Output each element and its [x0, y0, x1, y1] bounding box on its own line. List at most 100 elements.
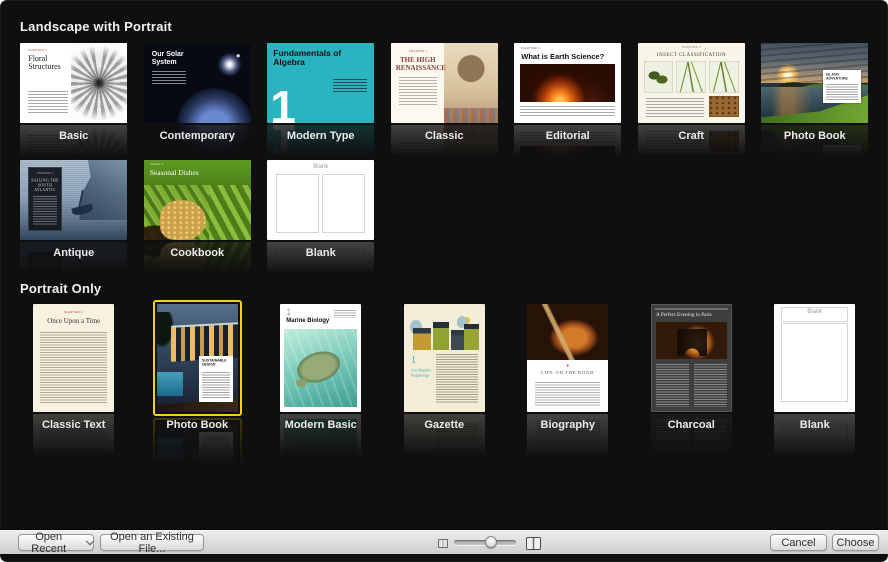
body-text-lines — [152, 71, 186, 86]
template-label: Photo Book — [166, 419, 228, 431]
template-thumbnail[interactable]: CHAPTER 1 INSECT CLASSIFICATION — [638, 43, 745, 123]
size-slider-thumb[interactable] — [485, 536, 497, 548]
template-label: Photo Book — [784, 130, 846, 142]
template-classic[interactable]: Chapter 1 THE HIGH RENAISSANCE Classic — [391, 43, 499, 142]
selected-template-frame[interactable]: SUSTAINABLE DESIGN — [153, 300, 242, 416]
sea-turtle-photo — [284, 329, 357, 407]
template-thumbnail[interactable]: A Perfect Evening in Paris — [651, 304, 732, 412]
cover-kicker: Chapter 1 — [396, 50, 440, 53]
template-modern-type[interactable]: Fundamentals of Algebra 1 Modern Type — [267, 43, 375, 142]
cover-title: What is Earth Science? — [521, 52, 616, 61]
cover-title: THE HIGH RENAISSANCE — [396, 57, 440, 72]
renaissance-painting — [444, 43, 498, 123]
specimen-grid — [644, 61, 739, 117]
ornament-icon: • — [527, 363, 608, 370]
body-text-lines — [399, 77, 437, 107]
cover-kicker: Chapter 1 — [28, 49, 68, 52]
template-thumbnail[interactable]: CHAPTER 1 Once Upon a Time — [33, 304, 114, 412]
template-thumbnail[interactable]: • LIFE ON THE ROAD — [527, 304, 608, 412]
thumbnail-size-slider[interactable] — [454, 540, 516, 545]
choose-label: Choose — [837, 537, 875, 549]
template-thumbnail[interactable]: CHAPTER 1 SAILING THE SOUTH ATLANTIC — [20, 160, 127, 240]
open-recent-button[interactable]: Open Recent — [18, 534, 94, 551]
template-thumbnail[interactable]: 1 Marine Biology — [280, 304, 361, 412]
cover-title: Our Solar System — [152, 51, 194, 66]
template-thumbnail[interactable]: CHAPTER 1 What is Earth Science? — [514, 43, 621, 123]
template-thumbnail[interactable]: SUSTAINABLE DESIGN — [157, 304, 238, 412]
template-thumbnail[interactable]: ISLAND ADVENTURE — [761, 43, 868, 123]
landscape-template-row-1: Chapter 1 Floral Structures Basic Our So… — [20, 43, 869, 142]
layout-placeholder-box — [781, 307, 848, 322]
choose-button[interactable]: Choose — [832, 534, 879, 551]
template-blank-portrait[interactable]: Blank Blank — [761, 304, 869, 431]
template-editorial[interactable]: CHAPTER 1 What is Earth Science? Editori… — [514, 43, 622, 142]
body-text-lines — [520, 106, 615, 118]
template-antique[interactable]: CHAPTER 1 SAILING THE SOUTH ATLANTIC Ant… — [20, 160, 128, 259]
template-photo-book-portrait[interactable]: SUSTAINABLE DESIGN Photo Book — [144, 304, 252, 431]
arc-de-triomphe-silhouette — [677, 329, 707, 356]
meta-text-lines — [334, 310, 356, 318]
template-photo-book-landscape[interactable]: ISLAND ADVENTURE Photo Book — [761, 43, 869, 142]
body-text-lines — [694, 364, 727, 407]
template-thumbnail[interactable]: Fundamentals of Algebra 1 — [267, 43, 374, 123]
template-craft[interactable]: CHAPTER 1 INSECT CLASSIFICATION Craft — [638, 43, 746, 142]
template-thumbnail[interactable]: Chapter 1 Seasonal Dishes — [144, 160, 251, 240]
template-biography[interactable]: • LIFE ON THE ROAD Biography — [514, 304, 622, 431]
cancel-label: Cancel — [781, 537, 815, 549]
asparagus-illustration — [209, 185, 251, 240]
template-contemporary[interactable]: Our Solar System Contemporary — [144, 43, 252, 142]
template-thumbnail[interactable]: Chapter 1 THE HIGH RENAISSANCE — [391, 43, 498, 123]
turtle-head — [296, 379, 307, 387]
cancel-button[interactable]: Cancel — [770, 534, 827, 551]
cover-title: INSECT CLASSIFICATION — [638, 52, 745, 58]
template-chooser-window: Landscape with Portrait Chapter 1 Floral… — [0, 0, 888, 562]
cover-kicker: CHAPTER 1 — [638, 46, 745, 49]
small-thumbnail-icon — [438, 539, 448, 548]
template-thumbnail[interactable]: Our Solar System — [144, 43, 251, 123]
body-text-lines — [33, 196, 57, 225]
template-label: Gazette — [424, 419, 464, 431]
plant-illustration — [709, 61, 739, 93]
cover-kicker: CHAPTER 1 — [33, 311, 114, 314]
template-cookbook[interactable]: Chapter 1 Seasonal Dishes Cookbook — [144, 160, 252, 259]
cover-box-title: SUSTAINABLE DESIGN — [202, 359, 228, 367]
template-charcoal[interactable]: A Perfect Evening in Paris Charcoal — [638, 304, 746, 431]
house-illustration — [451, 330, 465, 350]
layout-placeholder-box — [276, 174, 319, 233]
flower-photo — [71, 43, 127, 123]
template-thumbnail[interactable]: Chapter 1 Floral Structures — [20, 43, 127, 123]
cover-numeral: 1 — [286, 307, 291, 317]
cover-text-box: ISLAND ADVENTURE — [823, 70, 861, 103]
template-blank-landscape[interactable]: Blank Blank — [267, 160, 375, 259]
template-label: Modern Basic — [285, 419, 357, 431]
soil-illustration — [709, 96, 739, 117]
template-thumbnail[interactable]: Blank — [774, 304, 855, 412]
template-label: Classic — [425, 130, 464, 142]
open-existing-file-button[interactable]: Open an Existing File... — [100, 534, 204, 551]
template-thumbnail[interactable]: Blank — [267, 160, 374, 240]
cover-title: Fundamentals of Algebra — [273, 49, 351, 67]
body-text-lines — [436, 354, 478, 404]
template-label: Antique — [53, 247, 94, 259]
landscape-template-row-2: CHAPTER 1 SAILING THE SOUTH ATLANTIC Ant… — [20, 160, 375, 259]
cover-header-band: Chapter 1 Seasonal Dishes — [144, 160, 251, 185]
swimming-pool — [157, 372, 183, 396]
template-label: Cookbook — [170, 247, 224, 259]
cover-numeral: 1 — [411, 354, 417, 366]
template-label: Charcoal — [668, 419, 715, 431]
template-gazette[interactable]: 1 Our Humble Beginnings Gazette — [391, 304, 499, 431]
body-text-lines — [40, 332, 107, 404]
house-illustration — [433, 322, 449, 350]
cover-title: A Perfect Evening in Paris — [656, 312, 727, 318]
open-existing-label: Open an Existing File... — [101, 531, 203, 555]
paris-sunset-photo — [656, 322, 727, 359]
template-basic[interactable]: Chapter 1 Floral Structures Basic — [20, 43, 128, 142]
couscous-illustration — [160, 200, 206, 240]
template-modern-basic[interactable]: 1 Marine Biology Modern Basic — [267, 304, 375, 431]
portrait-template-row: CHAPTER 1 Once Upon a Time Classic Text … — [20, 304, 869, 431]
cover-title: LIFE ON THE ROAD — [527, 370, 608, 375]
template-thumbnail[interactable]: 1 Our Humble Beginnings — [404, 304, 485, 412]
template-classic-text[interactable]: CHAPTER 1 Once Upon a Time Classic Text — [20, 304, 128, 431]
cover-title: Our Humble Beginnings — [411, 368, 433, 378]
cover-kicker: Chapter 1 — [150, 163, 190, 166]
